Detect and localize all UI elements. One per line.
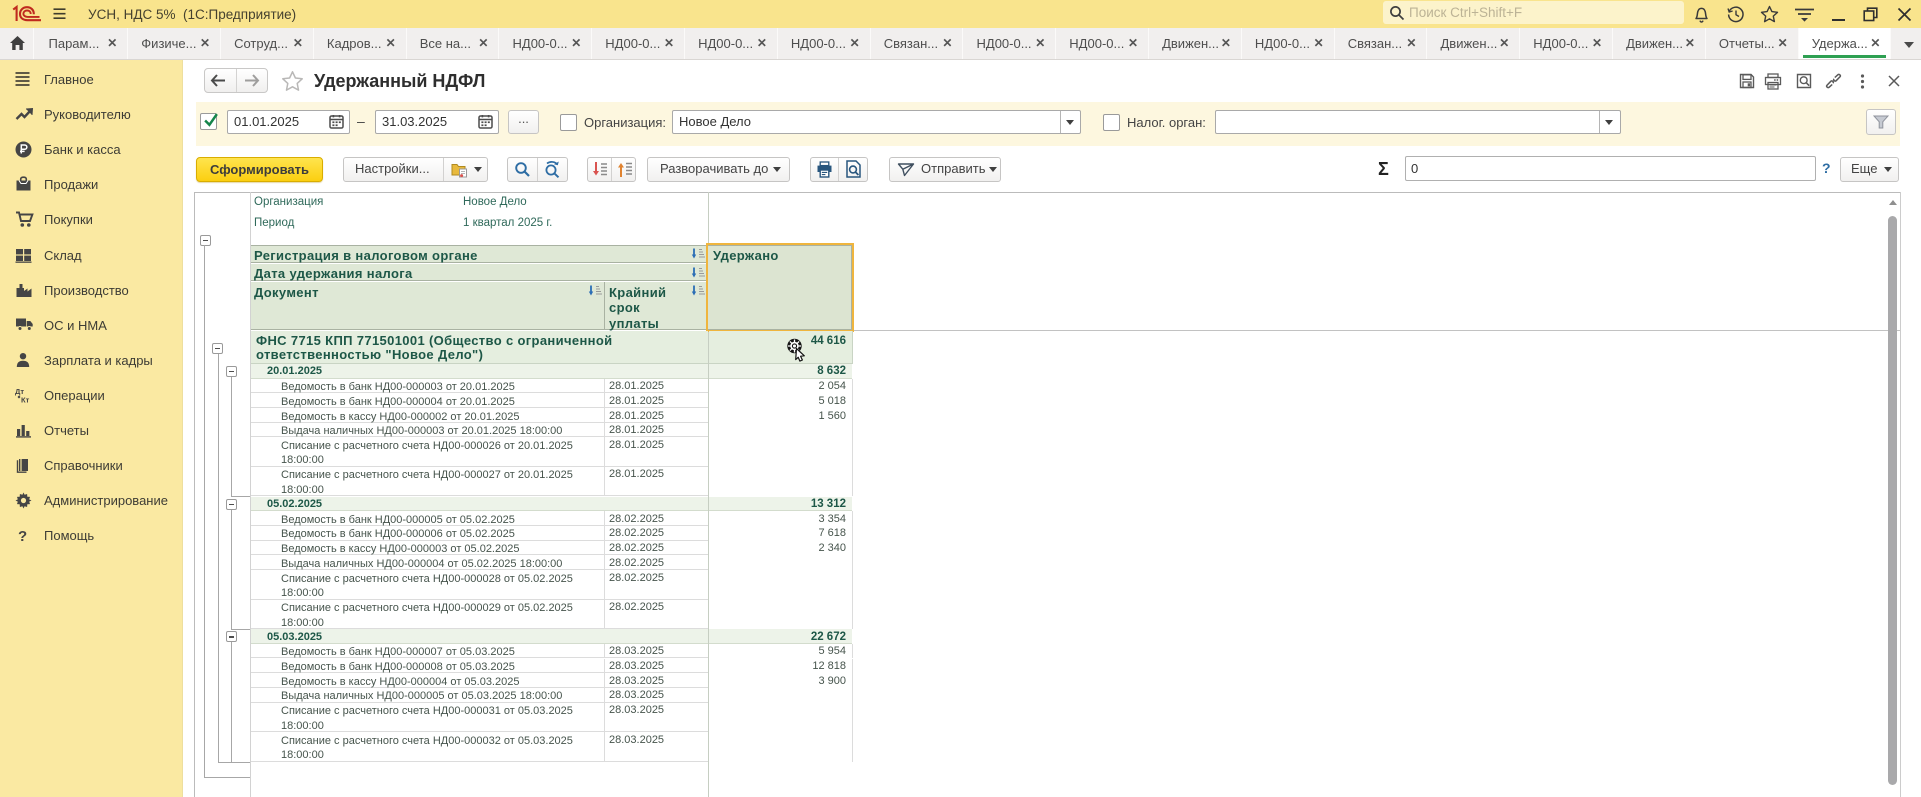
svg-text:Кт: Кт xyxy=(21,396,30,405)
svg-text:?: ? xyxy=(18,528,27,544)
